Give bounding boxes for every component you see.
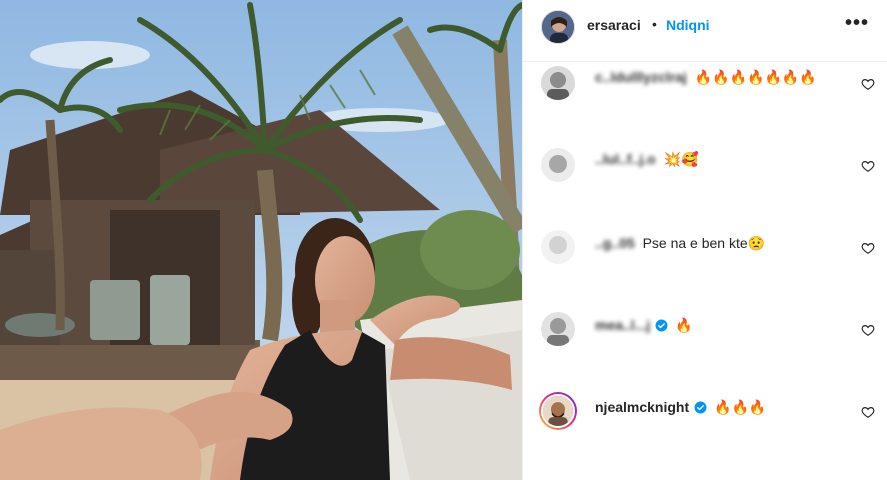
heart-icon[interactable] bbox=[861, 405, 875, 419]
header-separator: • bbox=[652, 16, 657, 32]
comment-item: ..lul..f..j.o 💥🥰 bbox=[523, 136, 887, 196]
post-header: ersaraci • Ndiqni ••• bbox=[523, 0, 887, 62]
post-side-panel: ersaraci • Ndiqni ••• c..ldulllyzclraj 🔥… bbox=[522, 0, 887, 480]
comment-text: c..ldulllyzclraj 🔥🔥🔥🔥🔥🔥🔥 bbox=[595, 69, 817, 86]
author-avatar[interactable] bbox=[541, 10, 575, 44]
comment-body: Pse na e ben kte😟 bbox=[642, 235, 766, 251]
avatar-image bbox=[541, 148, 575, 182]
avatar-image bbox=[541, 66, 575, 100]
comment-body: 💥🥰 bbox=[663, 151, 699, 167]
comment-username[interactable]: njealmcknight bbox=[595, 399, 689, 415]
verified-badge-icon bbox=[655, 319, 668, 332]
comment-text: ..g..05 Pse na e ben kte😟 bbox=[595, 235, 765, 252]
commenter-avatar[interactable] bbox=[541, 312, 575, 346]
comment-text: ..lul..f..j.o 💥🥰 bbox=[595, 151, 698, 168]
commenter-avatar[interactable] bbox=[541, 230, 575, 264]
follow-button[interactable]: Ndiqni bbox=[666, 17, 710, 33]
comment-text: mea..l...j 🔥 bbox=[595, 317, 693, 334]
heart-icon[interactable] bbox=[861, 77, 875, 91]
avatar-image bbox=[541, 312, 575, 346]
post-photo[interactable] bbox=[0, 0, 522, 480]
comment-body: 🔥🔥🔥🔥🔥🔥🔥 bbox=[694, 69, 817, 85]
avatar-image bbox=[541, 230, 575, 264]
comment-item: c..ldulllyzclraj 🔥🔥🔥🔥🔥🔥🔥 bbox=[523, 54, 887, 114]
comment-text: njealmcknight 🔥🔥🔥 bbox=[595, 399, 766, 416]
heart-icon[interactable] bbox=[861, 323, 875, 337]
heart-icon[interactable] bbox=[861, 159, 875, 173]
commenter-avatar[interactable] bbox=[541, 66, 575, 100]
comment-item: mea..l...j 🔥 bbox=[523, 300, 887, 360]
comment-item: ..g..05 Pse na e ben kte😟 bbox=[523, 218, 887, 278]
comment-username[interactable]: ..g..05 bbox=[595, 235, 635, 251]
comment-username[interactable]: mea..l...j bbox=[595, 317, 650, 333]
commenter-avatar-story-ring[interactable] bbox=[539, 392, 577, 430]
heart-icon[interactable] bbox=[861, 241, 875, 255]
avatar-image bbox=[541, 394, 575, 428]
more-options-icon[interactable]: ••• bbox=[845, 12, 869, 35]
author-username[interactable]: ersaraci bbox=[587, 17, 641, 33]
author-avatar-image bbox=[542, 11, 574, 43]
comment-item: njealmcknight 🔥🔥🔥 bbox=[523, 382, 887, 442]
verified-badge-icon bbox=[694, 401, 707, 414]
commenter-avatar[interactable] bbox=[541, 148, 575, 182]
comment-username[interactable]: c..ldulllyzclraj bbox=[595, 69, 687, 85]
comment-body: 🔥 bbox=[675, 317, 693, 333]
comment-body: 🔥🔥🔥 bbox=[714, 399, 767, 415]
post-image bbox=[0, 0, 522, 480]
comment-username[interactable]: ..lul..f..j.o bbox=[595, 151, 656, 167]
